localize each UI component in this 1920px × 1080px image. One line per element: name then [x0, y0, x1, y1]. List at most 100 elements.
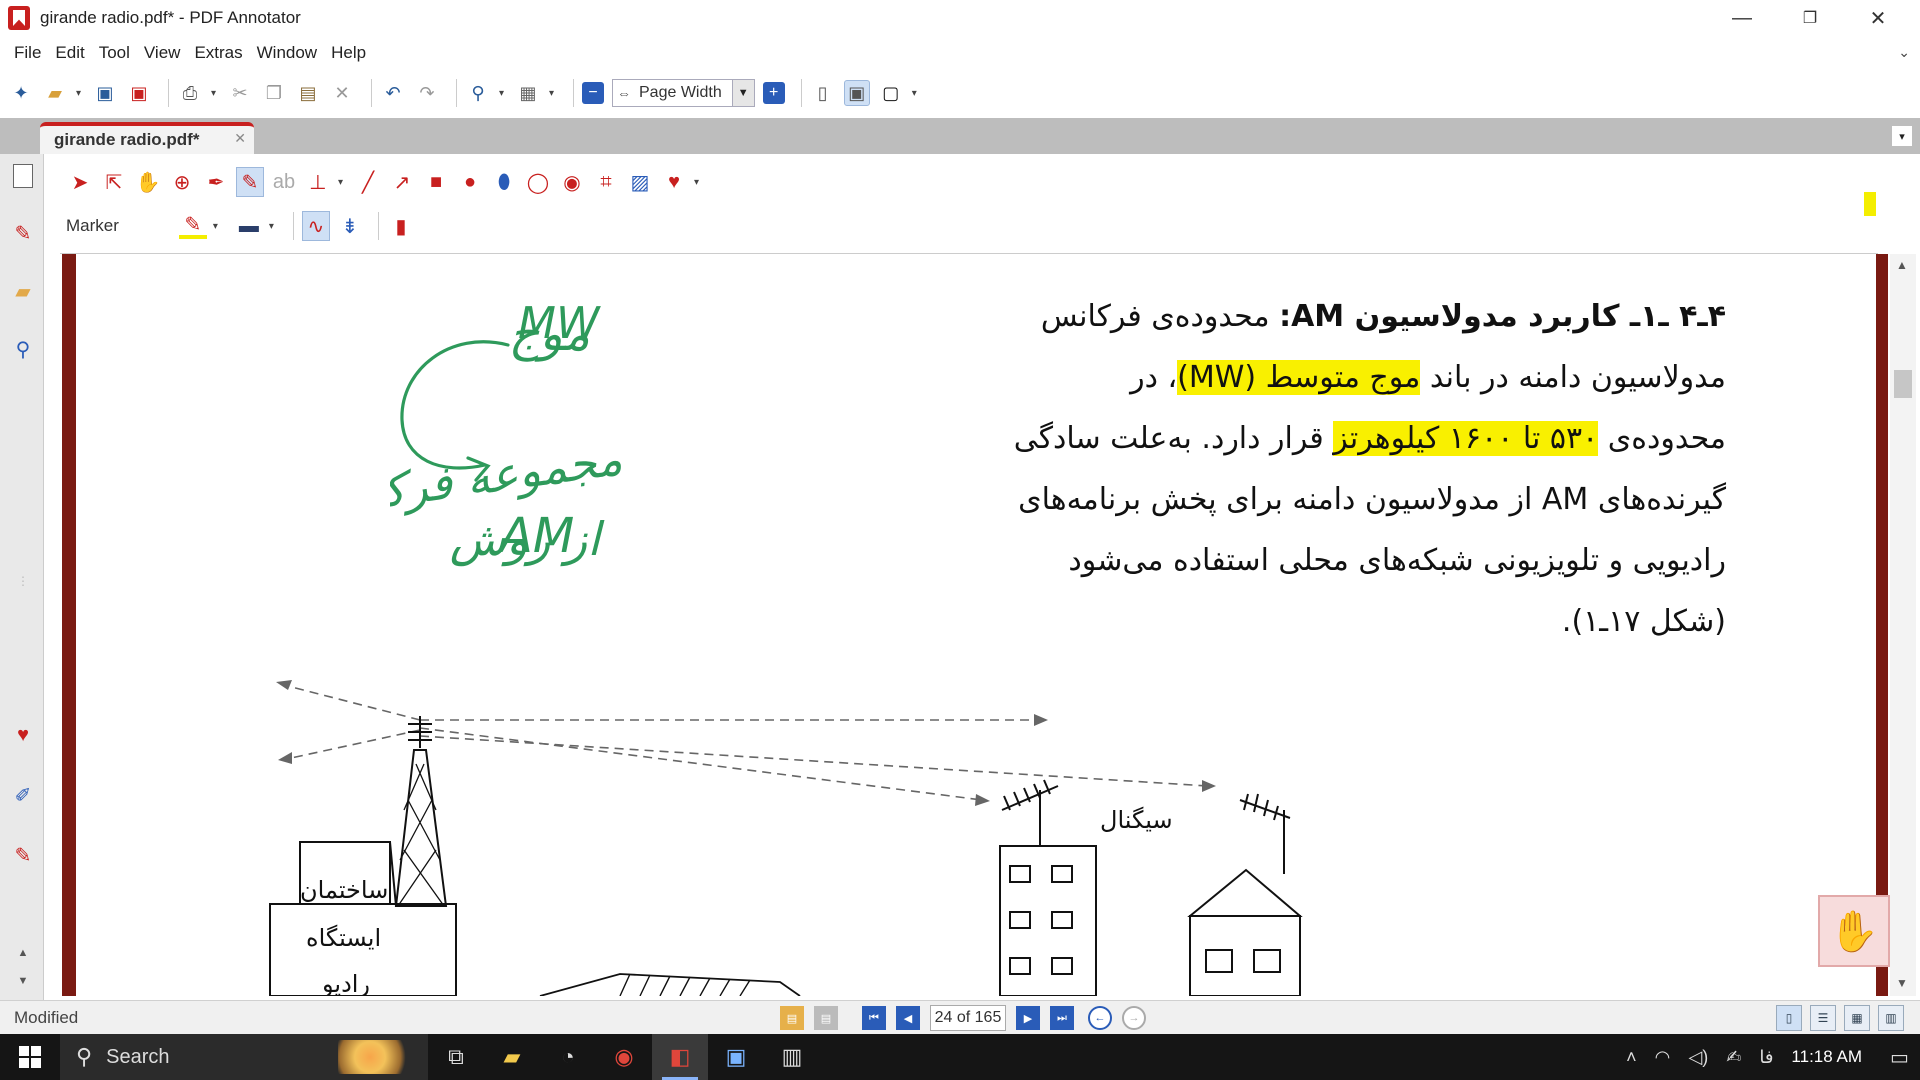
copy-icon[interactable]: ❐ [261, 80, 287, 106]
start-button[interactable] [0, 1034, 60, 1080]
file-explorer-icon[interactable]: ▰ [484, 1034, 540, 1080]
favorites-heart-icon[interactable]: ♥ [10, 722, 36, 748]
new-document-icon[interactable]: ✦ [8, 80, 34, 106]
attachments-paperclip-icon[interactable]: ⚲ [10, 336, 36, 362]
menu-help[interactable]: Help [331, 43, 366, 63]
arrow-icon[interactable]: ↗ [388, 167, 416, 197]
zoom-tool-icon[interactable]: ⊕ [168, 167, 196, 197]
scrollbar-thumb[interactable] [1894, 370, 1912, 398]
ellipse-icon[interactable]: ● [456, 167, 484, 197]
insert-image-icon[interactable]: ▨ [626, 167, 654, 197]
camera-icon[interactable]: ◉ [558, 167, 586, 197]
rectangle-icon[interactable]: ■ [422, 167, 450, 197]
wifi-icon[interactable]: ◠ [1655, 1047, 1671, 1068]
taskbar-search[interactable]: ⚲ Search [60, 1034, 428, 1080]
vertical-scrollbar[interactable]: ▲ ▼ [1890, 254, 1916, 996]
chrome-icon[interactable]: ◉ [596, 1034, 652, 1080]
tray-chevron-up-icon[interactable]: ˄ [1626, 1047, 1637, 1068]
task-view-icon[interactable]: ⧉ [428, 1034, 484, 1080]
tab-close-icon[interactable]: ✕ [234, 130, 246, 147]
next-page-icon[interactable]: ▶ [1016, 1006, 1040, 1030]
previous-page-icon[interactable]: ◀ [896, 1006, 920, 1030]
bookmark-back-icon[interactable]: ▤ [780, 1006, 804, 1030]
pen-workspace-icon[interactable]: ✍ [1726, 1047, 1741, 1068]
menu-view[interactable]: View [144, 43, 181, 63]
bookmark-forward-icon[interactable]: ▤ [814, 1006, 838, 1030]
close-button[interactable]: ✕ [1844, 0, 1912, 36]
undo-icon[interactable]: ↶ [380, 80, 406, 106]
select-arrow-icon[interactable]: ➤ [66, 167, 94, 197]
taskbar-clock[interactable]: 11:18 AM [1791, 1047, 1862, 1067]
marker-tip-icon[interactable]: ▮ [387, 211, 415, 241]
find-dropdown-icon[interactable]: ▾ [499, 88, 509, 99]
text-box-icon[interactable]: ab [270, 167, 298, 197]
menu-extras[interactable]: Extras [194, 43, 242, 63]
last-page-icon[interactable]: ⏭ [1050, 1006, 1074, 1030]
favorites-dropdown-icon[interactable]: ▾ [694, 177, 704, 188]
single-page-icon[interactable]: ▯ [810, 80, 836, 106]
highlight-frequency-range[interactable]: ۵۳۰ تا ۱۶۰۰ کیلوهرتز [1333, 421, 1599, 456]
pdf-annotator-taskbar-icon[interactable]: ◧ [652, 1034, 708, 1080]
ribbon-collapse-icon[interactable]: ⌄ [1898, 44, 1910, 61]
pen-tool-icon[interactable]: ✐ [10, 782, 36, 808]
straighten-stroke-icon[interactable]: ⇟ [336, 211, 364, 241]
page-layout-dropdown-icon[interactable]: ▾ [549, 88, 559, 99]
cut-icon[interactable]: ✂ [227, 80, 253, 106]
notification-center-icon[interactable]: ▭ [1890, 1045, 1920, 1070]
eraser-icon[interactable]: ⬮ [490, 167, 518, 197]
stamp-icon[interactable]: ⊥ [304, 167, 332, 197]
freehand-stroke-icon[interactable]: ∿ [301, 211, 330, 241]
zoom-out-icon[interactable]: − [582, 82, 604, 104]
highlight-medium-wave[interactable]: موج متوسط (MW) [1177, 360, 1421, 395]
zoom-in-icon[interactable]: + [762, 82, 785, 104]
redo-icon[interactable]: ↷ [414, 80, 440, 106]
zoom-select[interactable]: ⇔ Page Width ▼ [612, 79, 755, 107]
scroll-down-icon[interactable]: ▼ [1896, 976, 1908, 990]
delete-icon[interactable]: ✕ [329, 80, 355, 106]
menu-file[interactable]: File [14, 43, 41, 63]
chevron-down-icon[interactable]: ▼ [731, 80, 754, 106]
touch-hand-icon[interactable]: ✋ [1818, 895, 1890, 967]
full-screen-icon[interactable]: ▢ [878, 80, 904, 106]
volume-icon[interactable]: ◁) [1688, 1047, 1708, 1068]
favorites-heart-icon[interactable]: ♥ [660, 167, 688, 197]
print-dropdown-icon[interactable]: ▾ [211, 88, 221, 99]
sidebar-splitter-icon[interactable]: ⋮ [10, 568, 36, 594]
page-layout-icon[interactable]: ▦ [515, 80, 541, 106]
stamp-dropdown-icon[interactable]: ▾ [338, 177, 348, 188]
pen-icon[interactable]: ✒ [202, 167, 230, 197]
save-as-icon[interactable]: ▣ [126, 80, 152, 106]
paste-icon[interactable]: ▤ [295, 80, 321, 106]
page-number-field[interactable]: 24 of 165 [930, 1005, 1006, 1031]
lasso-icon[interactable]: ◯ [524, 167, 552, 197]
handwritten-annotation[interactable]: MW موج مجموعه فرکانس ها AM از روش [390, 290, 910, 610]
history-back-icon[interactable]: ← [1088, 1006, 1112, 1030]
bookmarks-folder-icon[interactable]: ▰ [10, 278, 36, 304]
facing-pages-view-icon[interactable]: ▦ [1844, 1005, 1870, 1031]
annotations-pen-icon[interactable]: ✎ [10, 220, 36, 246]
view-dropdown-icon[interactable]: ▾ [912, 88, 922, 99]
sidebar-scroll-down-icon[interactable]: ▼ [10, 968, 36, 994]
hand-pan-icon[interactable]: ✋ [134, 167, 162, 197]
minimize-button[interactable]: — [1708, 0, 1776, 36]
menu-window[interactable]: Window [257, 43, 317, 63]
single-page-view-icon[interactable]: ▯ [1776, 1005, 1802, 1031]
maximize-button[interactable]: ❐ [1776, 0, 1844, 36]
menu-edit[interactable]: Edit [55, 43, 84, 63]
save-icon[interactable]: ▣ [92, 80, 118, 106]
continuous-facing-view-icon[interactable]: ▥ [1878, 1005, 1904, 1031]
width-dropdown-icon[interactable]: ▾ [269, 221, 279, 232]
marker-tool-icon[interactable]: ✎ [10, 842, 36, 868]
input-language[interactable]: فا [1759, 1047, 1773, 1068]
scroll-up-icon[interactable]: ▲ [1896, 258, 1908, 272]
menu-tool[interactable]: Tool [99, 43, 130, 63]
line-width-icon[interactable]: ▬ [235, 211, 263, 241]
media-player-icon[interactable]: ◔ [540, 1034, 596, 1080]
marker-icon[interactable]: ✎ [236, 167, 264, 197]
tab-girande-radio[interactable]: girande radio.pdf* ✕ [40, 122, 254, 154]
open-folder-icon[interactable]: ▰ [42, 80, 68, 106]
tab-list-dropdown-icon[interactable]: ▾ [1892, 126, 1912, 146]
sidebar-scroll-up-icon[interactable]: ▲ [10, 940, 36, 966]
page-thumbnails-icon[interactable] [13, 164, 33, 188]
find-binoculars-icon[interactable]: ⚲ [465, 80, 491, 106]
